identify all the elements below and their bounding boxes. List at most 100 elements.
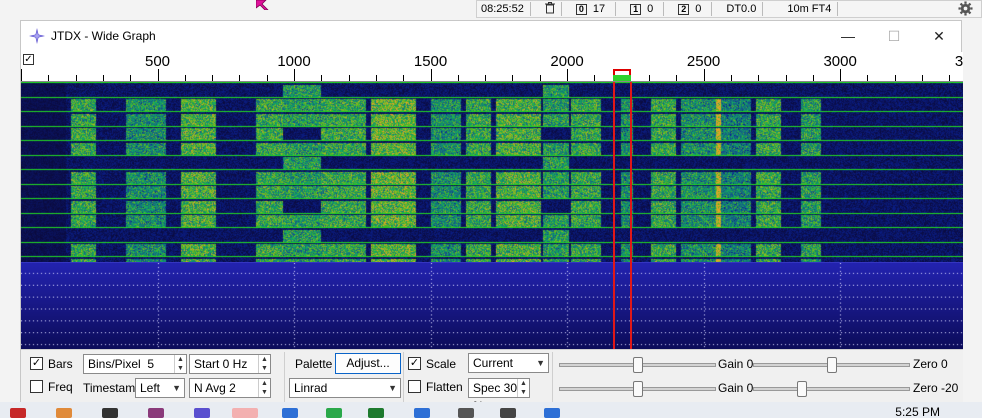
start-frequency-value: Start 0 Hz [194, 357, 248, 371]
scale-checkbox[interactable]: ✓ [408, 357, 421, 370]
timestamp-select[interactable]: Left ▼ [135, 378, 185, 398]
rx-frequency-line-right [629, 82, 632, 349]
taskbar-app-icon[interactable] [414, 408, 430, 418]
mouse-cursor-icon [256, 0, 269, 10]
status-time: 08:25:52 [481, 3, 524, 15]
n-avg-value: N Avg 2 [194, 381, 236, 395]
taskbar-app-icon[interactable] [368, 408, 384, 418]
scale-label: 500 [145, 53, 171, 70]
n-avg-spinbox[interactable]: N Avg 2 ▲ ▼ [189, 378, 271, 398]
timestamp-value: Left [140, 381, 161, 395]
taskbar-clock[interactable]: 5:25 PM [895, 405, 940, 419]
spin-arrows-icon[interactable]: ▲ ▼ [258, 379, 270, 397]
wide-graph-window: JTDX - Wide Graph — ☐ ✕ ✓ 500 1000 1500 200… [20, 20, 963, 413]
gain-label-2: Gain 0 [718, 381, 754, 395]
status-bar: 08:25:52 0 17 10 20 DT0.0 10m FT4 [476, 0, 982, 18]
spin-arrows-icon[interactable]: ▲ ▼ [258, 355, 270, 373]
adjust-palette-button[interactable]: Adjust... [335, 353, 401, 374]
taskbar-app-icon[interactable] [102, 408, 118, 418]
palette-select[interactable]: Linrad ▼ [289, 378, 401, 398]
status-counter-1: 10 [626, 3, 661, 15]
gain-label-1: Gain 0 [718, 357, 754, 371]
trash-icon[interactable] [541, 1, 559, 17]
freq-label: Freq [48, 380, 73, 394]
scale-label: 3000 [823, 53, 857, 70]
scale-label: 1000 [277, 53, 311, 70]
scale-tick [403, 75, 405, 81]
flatten-label: Flatten [426, 380, 463, 394]
title-bar[interactable]: JTDX - Wide Graph — ☐ ✕ [21, 21, 961, 51]
taskbar-app-icon[interactable] [232, 408, 258, 418]
scale-tick [649, 75, 650, 81]
bars-checkbox[interactable]: ✓ [30, 357, 43, 370]
scale-tick [730, 75, 732, 81]
taskbar-app-icon[interactable] [326, 408, 342, 418]
star-icon [29, 28, 45, 44]
taskbar-app-icon[interactable] [148, 408, 164, 418]
maximize-button[interactable]: ☐ [871, 21, 917, 51]
taskbar-app-icon[interactable] [56, 408, 72, 418]
scale-label: 2000 [550, 53, 584, 70]
start-frequency-spinbox[interactable]: Start 0 Hz ▲ ▼ [189, 354, 271, 374]
scale-tick [157, 69, 159, 81]
scale-tick [812, 75, 814, 81]
scale-tick [758, 75, 760, 81]
taskbar-app-icon[interactable] [500, 408, 516, 418]
taskbar-app-icon[interactable] [458, 408, 474, 418]
gain-slider-1-handle[interactable] [633, 357, 643, 373]
spec-percent-spinbox[interactable]: Spec 30 % ▲▼ [468, 378, 530, 413]
scale-tick [266, 75, 268, 81]
bins-per-pixel-label: Bins/Pixel [88, 357, 141, 371]
gear-icon[interactable] [954, 1, 977, 19]
gain-slider-2-handle[interactable] [633, 381, 643, 397]
status-counter-2: 20 [674, 3, 709, 15]
divider [552, 352, 553, 402]
scale-mode-value: Current [473, 356, 514, 370]
scale-tick [21, 69, 22, 81]
scale-tick [294, 69, 296, 81]
status-counter-0: 0 17 [572, 3, 613, 15]
scale-tick [485, 75, 487, 81]
minimize-button[interactable]: — [825, 21, 871, 51]
scale-checkbox[interactable]: ✓ [23, 54, 34, 65]
zero-slider-2[interactable] [753, 387, 910, 391]
chevron-down-icon: ▼ [172, 383, 181, 393]
scale-mode-select[interactable]: Current ▼ [468, 353, 549, 373]
zero-slider-2-handle[interactable] [797, 381, 807, 397]
scale-tick [48, 75, 50, 81]
scale-tick [430, 69, 432, 81]
scale-tick [567, 69, 569, 81]
rx-frequency-line [612, 82, 615, 349]
spin-arrows-icon[interactable]: ▲ ▼ [174, 355, 186, 373]
scale-label: 3 [954, 53, 964, 70]
window-title: JTDX - Wide Graph [51, 29, 156, 43]
bars-label: Bars [48, 357, 73, 371]
scale-tick [212, 75, 214, 81]
spectrum-display[interactable] [21, 262, 963, 349]
taskbar-app-icon[interactable] [544, 408, 560, 418]
scale-tick [102, 75, 104, 81]
status-dt: DT0.0 [726, 3, 757, 15]
scale-tick [375, 75, 377, 81]
chevron-down-icon: ▼ [388, 383, 397, 393]
scale-tick [949, 75, 951, 81]
scale-tick [594, 75, 596, 81]
scale-tick [922, 75, 924, 81]
close-button[interactable]: ✕ [916, 21, 962, 51]
taskbar-app-icon[interactable] [282, 408, 298, 418]
scale-tick [894, 75, 896, 81]
frequency-scale[interactable]: ✓ 500 1000 1500 2000 2500 3000 3 [21, 52, 963, 82]
bins-per-pixel-spinbox[interactable]: Bins/Pixel 5 ▲ ▼ [83, 354, 187, 374]
taskbar-jtdx-icon[interactable] [194, 408, 210, 418]
freq-checkbox[interactable] [30, 380, 43, 393]
spin-arrows-icon[interactable]: ▲ ▼ [517, 379, 529, 397]
taskbar-app-icon[interactable] [10, 408, 26, 418]
waterfall-display[interactable] [21, 82, 963, 262]
scale-tick [348, 75, 350, 81]
flatten-checkbox[interactable] [408, 380, 421, 393]
tx-frequency-marker[interactable] [612, 75, 631, 81]
scale-tick [239, 75, 241, 81]
desktop: 08:25:52 0 17 10 20 DT0.0 10m FT4 JTDX - … [0, 0, 982, 419]
zero-slider-1-handle[interactable] [827, 357, 837, 373]
status-band-mode: 10m FT4 [787, 3, 832, 15]
